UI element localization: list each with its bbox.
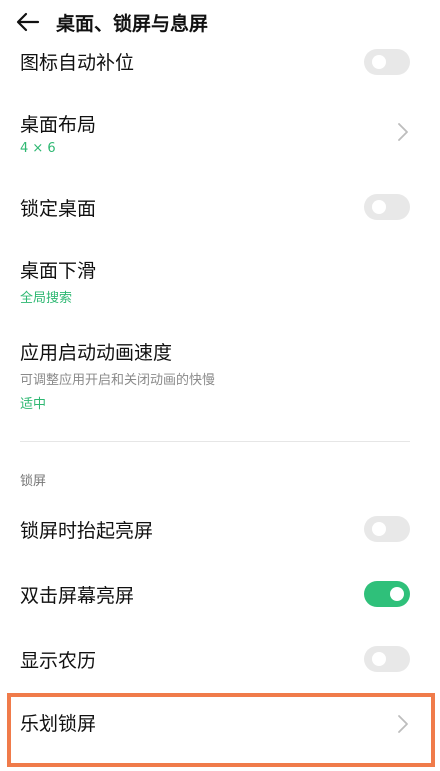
raise-to-wake-toggle[interactable] — [364, 516, 410, 542]
chevron-right-icon — [398, 123, 408, 141]
setting-row-animation-speed[interactable]: 应用启动动画速度 可调整应用开启和关闭动画的快慢 适中 — [0, 332, 440, 416]
page-title: 桌面、锁屏与息屏 — [56, 12, 209, 35]
setting-row-double-tap-wake[interactable]: 双击屏幕亮屏 — [0, 575, 440, 615]
toggle-knob — [390, 587, 404, 601]
back-arrow-icon — [16, 12, 40, 32]
setting-value: 全局搜索 — [20, 291, 73, 306]
section-divider — [20, 441, 410, 442]
toggle-knob — [372, 652, 386, 666]
setting-title: 双击屏幕亮屏 — [20, 585, 135, 607]
lock-desktop-toggle[interactable] — [364, 194, 410, 220]
setting-title: 锁定桌面 — [20, 198, 97, 220]
setting-row-desktop-layout[interactable]: 桌面布局 4 × 6 — [0, 104, 440, 168]
setting-title: 显示农历 — [20, 650, 97, 672]
setting-title: 应用启动动画速度 — [20, 342, 173, 364]
double-tap-wake-toggle[interactable] — [364, 581, 410, 607]
setting-title: 桌面布局 — [20, 114, 97, 136]
setting-title: 锁屏时抬起亮屏 — [20, 520, 154, 542]
settings-screen: 桌面、锁屏与息屏 图标自动补位 桌面布局 4 × 6 锁定桌面 桌面下滑 全局搜… — [0, 0, 440, 771]
top-bar: 桌面、锁屏与息屏 — [0, 0, 440, 44]
icon-autofill-toggle[interactable] — [364, 49, 410, 75]
toggle-knob — [372, 522, 386, 536]
lunar-calendar-toggle[interactable] — [364, 646, 410, 672]
setting-row-raise-to-wake[interactable]: 锁屏时抬起亮屏 — [0, 510, 440, 550]
setting-title: 图标自动补位 — [20, 52, 135, 74]
setting-row-desktop-swipe[interactable]: 桌面下滑 全局搜索 — [0, 250, 440, 310]
setting-row-lock-desktop[interactable]: 锁定桌面 — [0, 188, 440, 228]
back-button[interactable] — [6, 0, 50, 44]
toggle-knob — [372, 200, 386, 214]
section-label-lockscreen: 锁屏 — [20, 474, 47, 489]
setting-row-lunar-calendar[interactable]: 显示农历 — [0, 640, 440, 680]
setting-row-icon-autofill[interactable]: 图标自动补位 — [0, 44, 440, 84]
toggle-knob — [372, 55, 386, 69]
setting-subtitle: 可调整应用开启和关闭动画的快慢 — [20, 373, 216, 388]
setting-value: 适中 — [20, 397, 47, 412]
highlight-box — [7, 693, 435, 767]
setting-title: 桌面下滑 — [20, 260, 97, 282]
setting-value: 4 × 6 — [20, 141, 56, 156]
